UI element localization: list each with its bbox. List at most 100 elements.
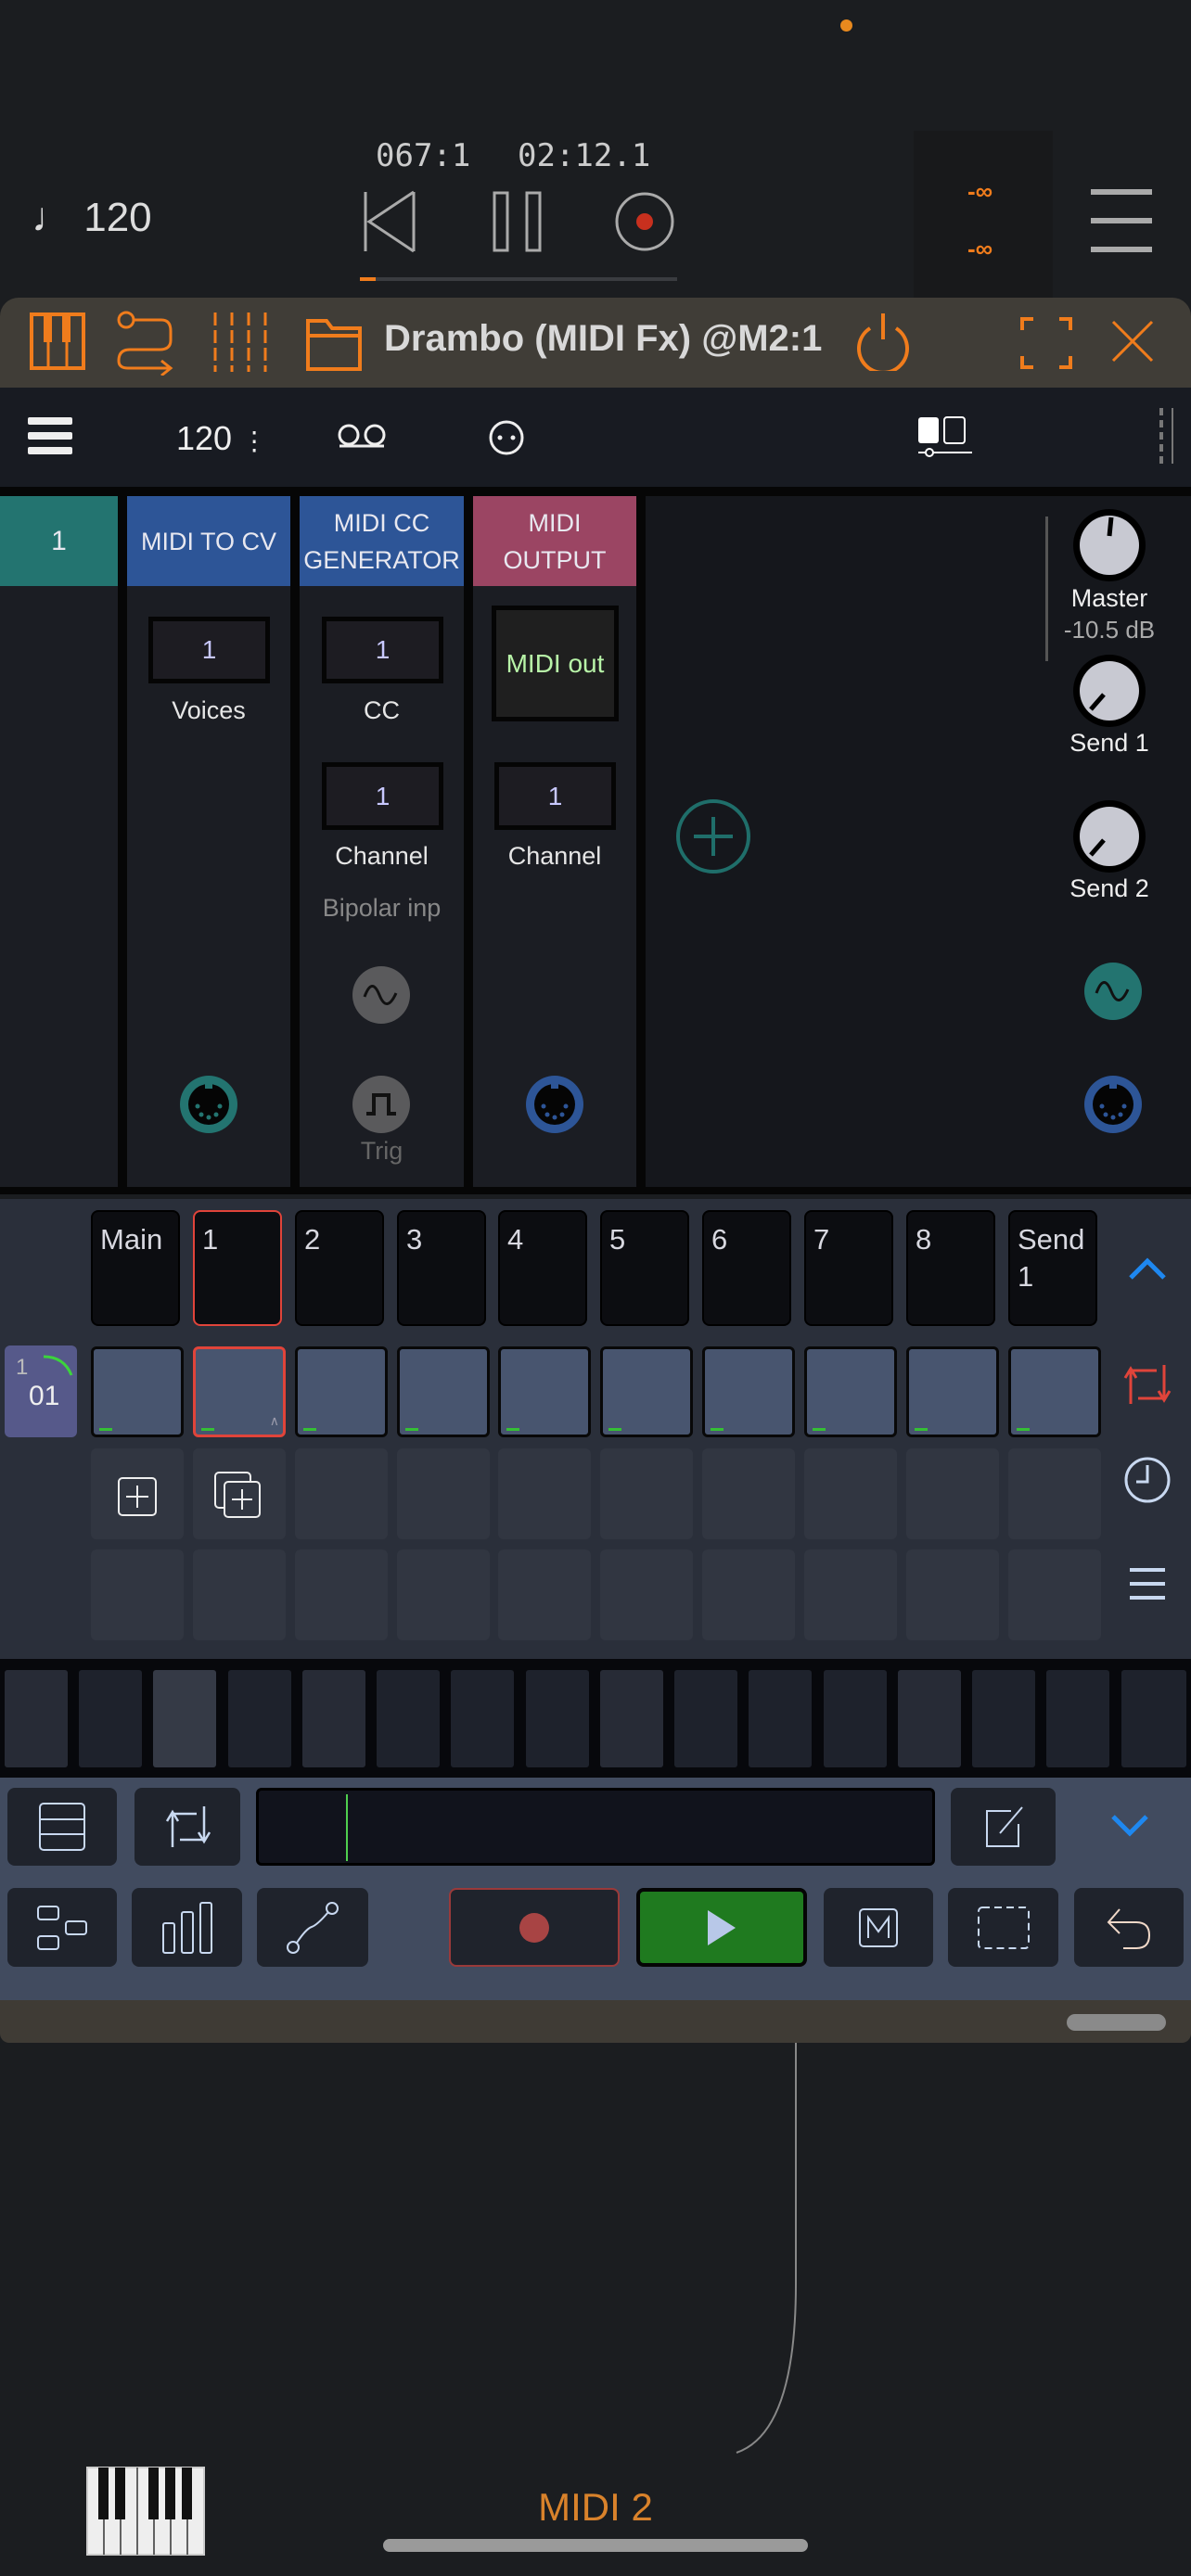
close-icon[interactable] bbox=[1111, 320, 1154, 363]
channel-field[interactable]: 1 bbox=[494, 762, 616, 830]
master-knob[interactable] bbox=[1072, 508, 1146, 582]
empty-slot[interactable] bbox=[702, 1549, 795, 1640]
module-midi-cc-generator[interactable]: MIDI CC GENERATOR 1 CC 1 Channel Bipolar… bbox=[300, 496, 464, 1187]
module-midi-output[interactable]: MIDI OUTPUT MIDI out 1 Channel bbox=[473, 496, 636, 1187]
empty-slot[interactable] bbox=[804, 1549, 897, 1640]
step-key[interactable] bbox=[153, 1670, 216, 1767]
clip[interactable] bbox=[804, 1346, 897, 1437]
clip[interactable] bbox=[906, 1346, 999, 1437]
step-key[interactable] bbox=[302, 1670, 365, 1767]
midi-jack-icon[interactable] bbox=[525, 1075, 584, 1134]
layout-icon[interactable] bbox=[916, 415, 972, 460]
clip[interactable] bbox=[397, 1346, 490, 1437]
midi-output-jack-icon[interactable] bbox=[1083, 1075, 1143, 1134]
module-midi-to-cv[interactable]: MIDI TO CV 1 Voices bbox=[127, 496, 290, 1187]
drag-handle-icon[interactable] bbox=[1158, 408, 1176, 464]
track-5[interactable]: 5 bbox=[600, 1210, 689, 1326]
tape-icon[interactable] bbox=[338, 422, 386, 450]
track-main[interactable]: Main bbox=[91, 1210, 180, 1326]
step-key[interactable] bbox=[824, 1670, 887, 1767]
step-key[interactable] bbox=[5, 1670, 68, 1767]
timeline[interactable] bbox=[256, 1788, 935, 1866]
keyboard-icon[interactable] bbox=[30, 312, 85, 370]
routing-icon[interactable] bbox=[115, 311, 176, 376]
empty-slot[interactable] bbox=[600, 1448, 693, 1539]
clip[interactable] bbox=[498, 1346, 591, 1437]
track-1[interactable]: 1 bbox=[193, 1210, 282, 1326]
empty-slot[interactable] bbox=[498, 1549, 591, 1640]
step-key[interactable] bbox=[1121, 1670, 1186, 1767]
bars-button[interactable] bbox=[132, 1888, 242, 1967]
fullscreen-icon[interactable] bbox=[1020, 317, 1072, 369]
step-key[interactable] bbox=[79, 1670, 142, 1767]
midi-jack-icon[interactable] bbox=[179, 1075, 238, 1134]
track-7[interactable]: 7 bbox=[804, 1210, 893, 1326]
loop-icon[interactable] bbox=[1120, 1361, 1175, 1408]
clip[interactable] bbox=[702, 1346, 795, 1437]
piano-icon[interactable] bbox=[86, 2467, 205, 2556]
track-8[interactable]: 8 bbox=[906, 1210, 995, 1326]
edit-button[interactable] bbox=[951, 1788, 1056, 1866]
empty-slot[interactable] bbox=[498, 1448, 591, 1539]
clip[interactable] bbox=[295, 1346, 388, 1437]
duplicate-scene-slot[interactable] bbox=[193, 1448, 286, 1539]
tempo-display[interactable]: ♩ 120 bbox=[32, 195, 152, 241]
track-4[interactable]: 4 bbox=[498, 1210, 587, 1326]
step-key[interactable] bbox=[972, 1670, 1035, 1767]
resize-handle[interactable] bbox=[1067, 2014, 1166, 2031]
home-indicator[interactable] bbox=[383, 2539, 808, 2552]
list-menu-icon[interactable] bbox=[1130, 1568, 1165, 1600]
empty-slot[interactable] bbox=[702, 1448, 795, 1539]
record-button[interactable] bbox=[449, 1888, 620, 1967]
empty-slot[interactable] bbox=[906, 1549, 999, 1640]
clip[interactable] bbox=[600, 1346, 693, 1437]
host-menu-icon[interactable] bbox=[1091, 189, 1152, 252]
step-key[interactable] bbox=[898, 1670, 961, 1767]
send-2-knob[interactable] bbox=[1072, 799, 1146, 874]
tempo-field[interactable]: 120 ⋮ bbox=[176, 419, 267, 458]
mixer-icon[interactable] bbox=[210, 312, 271, 372]
empty-slot[interactable] bbox=[295, 1549, 388, 1640]
pause-icon[interactable] bbox=[492, 190, 547, 253]
midi-button[interactable] bbox=[824, 1888, 933, 1967]
clip[interactable] bbox=[91, 1346, 184, 1437]
progress-bar[interactable] bbox=[360, 277, 677, 281]
rows-button[interactable] bbox=[7, 1788, 117, 1866]
clip[interactable] bbox=[1008, 1346, 1101, 1437]
empty-slot[interactable] bbox=[193, 1549, 286, 1640]
empty-slot[interactable] bbox=[804, 1448, 897, 1539]
play-button[interactable] bbox=[636, 1888, 807, 1967]
app-menu-icon[interactable] bbox=[28, 417, 72, 454]
duplicate-icon[interactable] bbox=[213, 1471, 263, 1521]
sine-jack-icon[interactable] bbox=[352, 965, 411, 1025]
step-key[interactable] bbox=[600, 1670, 663, 1767]
record-icon[interactable] bbox=[614, 191, 675, 252]
arrange-button[interactable] bbox=[7, 1888, 117, 1967]
empty-slot[interactable] bbox=[600, 1549, 693, 1640]
power-icon[interactable] bbox=[855, 312, 911, 371]
empty-slot[interactable] bbox=[91, 1549, 184, 1640]
empty-slot[interactable] bbox=[906, 1448, 999, 1539]
rewind-icon[interactable] bbox=[362, 190, 417, 253]
step-key[interactable] bbox=[674, 1670, 737, 1767]
add-icon[interactable] bbox=[117, 1476, 158, 1517]
step-key[interactable] bbox=[228, 1670, 291, 1767]
sine-output-icon[interactable] bbox=[1083, 962, 1143, 1021]
step-key[interactable] bbox=[377, 1670, 440, 1767]
loop-button[interactable] bbox=[134, 1788, 240, 1866]
step-key[interactable] bbox=[1046, 1670, 1109, 1767]
send-1-knob[interactable] bbox=[1072, 654, 1146, 728]
empty-slot[interactable] bbox=[397, 1549, 490, 1640]
empty-slot[interactable] bbox=[295, 1448, 388, 1539]
module-track[interactable]: 1 bbox=[0, 496, 118, 1187]
empty-slot[interactable] bbox=[1008, 1448, 1101, 1539]
face-icon[interactable] bbox=[488, 419, 525, 456]
cc-field[interactable]: 1 bbox=[322, 617, 443, 683]
add-module-icon[interactable] bbox=[675, 798, 751, 874]
track-2[interactable]: 2 bbox=[295, 1210, 384, 1326]
scene-button[interactable]: 1 01 bbox=[5, 1345, 77, 1437]
trigger-jack-icon[interactable] bbox=[352, 1075, 411, 1134]
folder-icon[interactable] bbox=[306, 319, 362, 371]
empty-slot[interactable] bbox=[1008, 1549, 1101, 1640]
track-3[interactable]: 3 bbox=[397, 1210, 486, 1326]
